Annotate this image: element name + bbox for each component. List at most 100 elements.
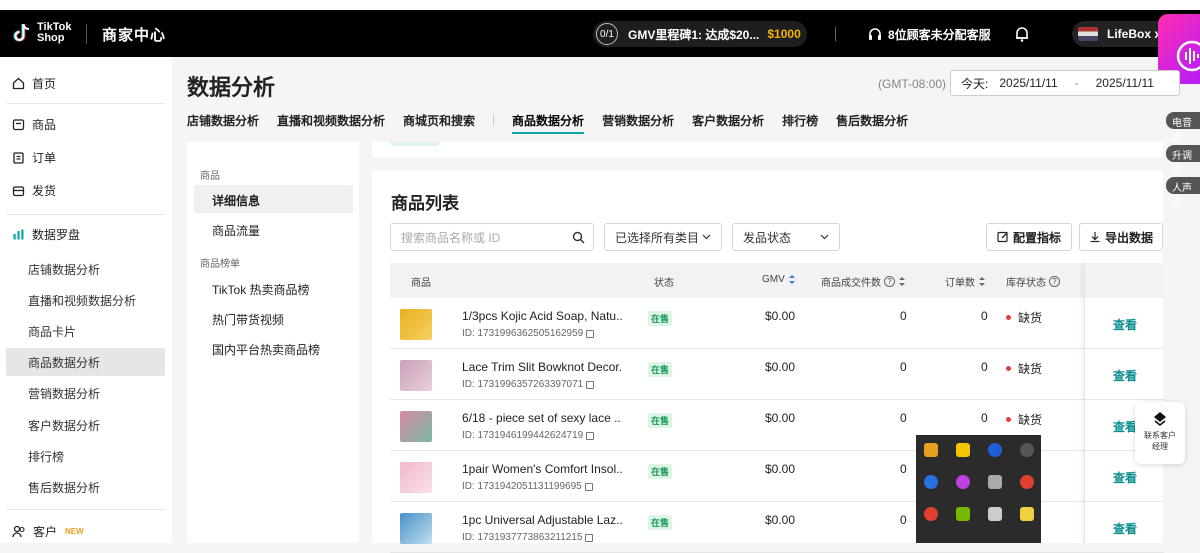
copy-icon[interactable] [586, 329, 595, 338]
subnav-item-tiktok-hot[interactable]: TikTok 热卖商品榜 [212, 281, 310, 298]
chat-app-icon[interactable] [956, 443, 970, 457]
search-placeholder: 搜索商品名称或 ID [401, 230, 501, 245]
gmv-progress-badge: 0/1 [596, 23, 618, 45]
sidebar-sub-live-video-analysis[interactable]: 直播和视频数据分析 [28, 292, 136, 309]
product-thumbnail[interactable] [400, 309, 432, 340]
listing-status-select[interactable]: 发品状态 [732, 223, 840, 251]
send-app-icon[interactable] [988, 475, 1002, 489]
column-units-sold[interactable]: 商品成交件数? [821, 274, 905, 289]
copy-icon[interactable] [584, 482, 593, 491]
date-range-picker[interactable]: 今天: 2025/11/11 - 2025/11/11 [950, 70, 1180, 96]
nvidia-icon[interactable] [956, 507, 970, 521]
sidebar-item-shipping[interactable]: 发货 [12, 180, 56, 200]
view-link[interactable]: 查看 [1113, 418, 1137, 435]
product-thumbnail[interactable] [400, 360, 432, 391]
sidebar-sub-after-sales[interactable]: 售后数据分析 [28, 479, 100, 496]
sidebar-item-home[interactable]: 首页 [12, 73, 56, 93]
table-header: 商品 状态 GMV 商品成交件数? 订单数 库存状态? [390, 263, 1164, 298]
table-row: 1pair Women's Comfort Insol... ID: 17319… [390, 451, 1164, 502]
sidebar-sub-product-analysis[interactable]: 商品数据分析 [28, 354, 100, 371]
purple-app-icon[interactable] [956, 475, 970, 489]
product-name[interactable]: 1pc Universal Adjustable Laz... [462, 513, 622, 527]
k-app-icon[interactable] [924, 475, 938, 489]
tab-live-video-analysis[interactable]: 直播和视频数据分析 [277, 112, 385, 132]
table-row: 1pc Universal Adjustable Laz... ID: 1731… [390, 502, 1164, 553]
subnav-item-details[interactable]: 详细信息 [212, 192, 260, 209]
side-pill-2[interactable]: 升调降 [1166, 145, 1200, 177]
table-row: 6/18 - piece set of sexy lace ... ID: 17… [390, 400, 1164, 451]
copy-icon[interactable] [586, 431, 595, 440]
sidebar-sub-customer-analysis[interactable]: 客户数据分析 [28, 417, 100, 434]
side-pill-3[interactable]: 人声消 [1166, 177, 1200, 209]
product-name[interactable]: 1pair Women's Comfort Insol... [462, 462, 622, 476]
headset-icon [869, 27, 881, 40]
contact-account-manager-button[interactable]: 联系客户 经理 [1135, 402, 1185, 464]
sidebar-label: 订单 [32, 150, 57, 165]
notes-app-icon[interactable] [1020, 507, 1034, 521]
product-search-input[interactable]: 搜索商品名称或 ID [390, 223, 594, 251]
chrome-icon[interactable] [924, 507, 938, 521]
tab-mall-search[interactable]: 商城页和搜索 [403, 112, 475, 132]
subnav-item-product-traffic[interactable]: 商品流量 [212, 222, 260, 239]
header-divider [86, 24, 87, 44]
subnav-item-domestic-hot[interactable]: 国内平台热卖商品榜 [212, 341, 320, 358]
sidebar-sub-marketing-analysis[interactable]: 营销数据分析 [28, 385, 100, 402]
view-link[interactable]: 查看 [1113, 316, 1137, 333]
download-icon [1090, 232, 1100, 243]
sidebar-item-orders[interactable]: 订单 [12, 147, 56, 167]
shield-app-icon[interactable] [924, 443, 938, 457]
sidebar-sub-product-card[interactable]: 商品卡片 [28, 323, 76, 340]
product-name[interactable]: Lace Trim Slit Bowknot Decor... [462, 360, 622, 374]
tab-after-sales[interactable]: 售后数据分析 [836, 112, 908, 132]
search-icon[interactable] [572, 231, 585, 244]
sidebar-sub-rankings[interactable]: 排行榜 [28, 448, 64, 465]
sidebar-item-data-compass[interactable]: 数据罗盘 [12, 224, 80, 244]
bell-icon[interactable] [1013, 25, 1031, 43]
product-id: ID: 1731937773863211215 [462, 532, 594, 543]
product-name[interactable]: 6/18 - piece set of sexy lace ... [462, 411, 622, 425]
tab-product-analysis[interactable]: 商品数据分析 [512, 112, 585, 134]
view-link[interactable]: 查看 [1113, 367, 1137, 384]
microphone-icon[interactable] [988, 507, 1002, 521]
tab-store-analysis[interactable]: 店铺数据分析 [187, 112, 259, 132]
tab-rankings[interactable]: 排行榜 [782, 112, 818, 132]
tab-marketing-analysis[interactable]: 营销数据分析 [602, 112, 674, 132]
chrome-icon[interactable] [1020, 475, 1034, 489]
bluetooth-icon[interactable] [988, 443, 1002, 457]
status-select-value: 发品状态 [743, 230, 792, 245]
product-id-text: ID: 1731937773863211215 [462, 532, 583, 543]
product-name[interactable]: 1/3pcs Kojic Acid Soap, Natu... [462, 309, 622, 323]
customer-service-alert[interactable]: 8位顾客未分配客服 [867, 26, 991, 43]
column-orders[interactable]: 订单数 [945, 274, 985, 289]
copy-icon[interactable] [585, 533, 594, 542]
side-pill-1[interactable]: 电音大 [1166, 112, 1200, 144]
status-badge: 在售 [648, 515, 673, 530]
product-thumbnail[interactable] [400, 411, 432, 442]
units-sold-value: 0 [900, 513, 907, 527]
subnav-item-hot-videos[interactable]: 热门带货视频 [212, 311, 284, 328]
stock-status: 缺货 [1006, 309, 1042, 326]
copy-icon[interactable] [586, 380, 595, 389]
sidebar-item-products[interactable]: 商品 [12, 114, 56, 134]
column-gmv[interactable]: GMV [762, 274, 795, 285]
product-thumbnail[interactable] [400, 513, 432, 544]
product-id-text: ID: 1731996362505162959 [462, 328, 584, 339]
export-data-button[interactable]: 导出数据 [1079, 223, 1163, 251]
help-icon[interactable]: ? [1049, 276, 1060, 287]
configure-metrics-button[interactable]: 配置指标 [986, 223, 1072, 251]
category-select[interactable]: 已选择所有类目 [604, 223, 722, 251]
product-thumbnail[interactable] [400, 462, 432, 493]
help-icon[interactable]: ? [884, 276, 895, 287]
sidebar-item-customers[interactable]: 客户 NEW [12, 521, 84, 541]
units-sold-value: 0 [900, 411, 907, 425]
view-link[interactable]: 查看 [1113, 469, 1137, 486]
gmv-milestone-banner[interactable]: 0/1 GMV里程碑1: 达成$20... $1000 [593, 21, 807, 47]
orders-value: 0 [981, 309, 988, 323]
tiktok-shop-logo[interactable]: TikTok Shop [12, 22, 71, 44]
sidebar-sub-store-analysis[interactable]: 店铺数据分析 [28, 261, 100, 278]
tab-customer-analysis[interactable]: 客户数据分析 [692, 112, 764, 132]
view-link[interactable]: 查看 [1113, 520, 1137, 537]
column-orders-label: 订单数 [945, 278, 975, 289]
table-row: Lace Trim Slit Bowknot Decor... ID: 1731… [390, 349, 1164, 400]
helmet-app-icon[interactable] [1020, 443, 1034, 457]
